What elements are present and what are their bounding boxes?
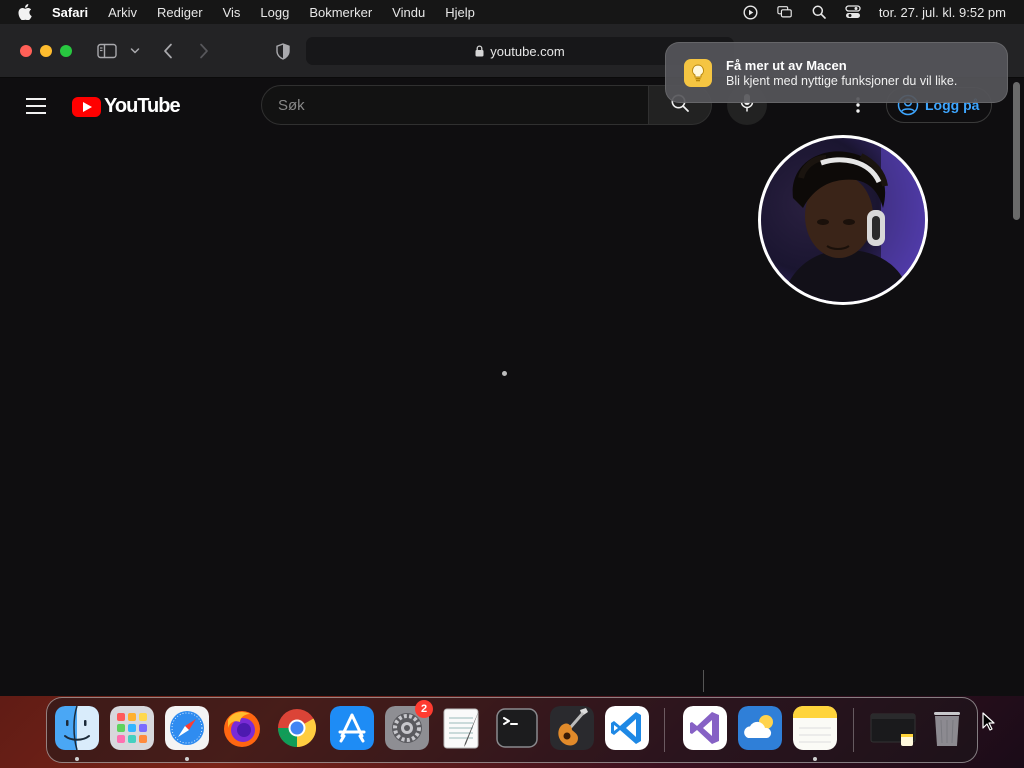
- menu-icon[interactable]: [26, 98, 46, 114]
- menu-bar: Safari Arkiv Rediger Vis Logg Bokmerker …: [0, 0, 1024, 24]
- notes-icon[interactable]: [793, 706, 837, 750]
- menubar-clock[interactable]: tor. 27. jul. kl. 9:52 pm: [879, 5, 1006, 20]
- running-indicator: [813, 757, 817, 761]
- launchpad-icon[interactable]: [110, 706, 154, 750]
- window-zoom-button[interactable]: [60, 45, 72, 57]
- notification-banner[interactable]: Få mer ut av Macen Bli kjent med nyttige…: [665, 42, 1008, 103]
- loading-spinner: [502, 371, 507, 376]
- garageband-icon[interactable]: [550, 706, 594, 750]
- window-close-button[interactable]: [20, 45, 32, 57]
- search-input[interactable]: Søk: [261, 85, 649, 125]
- running-indicator: [75, 757, 79, 761]
- page-scrollbar[interactable]: [1010, 78, 1024, 696]
- menu-logg[interactable]: Logg: [260, 5, 289, 20]
- textedit-icon[interactable]: [440, 706, 484, 750]
- mouse-pointer-icon: [982, 712, 996, 737]
- menu-arkiv[interactable]: Arkiv: [108, 5, 137, 20]
- youtube-logo-text: YouTube: [104, 95, 181, 117]
- trash-icon[interactable]: [925, 706, 969, 750]
- terminal-icon[interactable]: [495, 706, 539, 750]
- minimized-window-icon[interactable]: [869, 706, 917, 750]
- safari-icon[interactable]: [165, 706, 209, 750]
- safari-window: youtube.com YouTube Søk Logg på: [0, 24, 1024, 696]
- dock: 2: [46, 697, 978, 763]
- running-indicator: [185, 757, 189, 761]
- screen-record-icon[interactable]: [743, 4, 759, 20]
- menu-rediger[interactable]: Rediger: [157, 5, 203, 20]
- notification-body: Bli kjent med nyttige funksjoner du vil …: [726, 73, 958, 88]
- control-center-icon[interactable]: [845, 4, 861, 20]
- dock-separator: [853, 708, 854, 752]
- forward-icon[interactable]: [197, 42, 211, 60]
- spotlight-icon[interactable]: [811, 4, 827, 20]
- window-switch-icon[interactable]: [777, 4, 793, 20]
- visual-studio-icon[interactable]: [683, 706, 727, 750]
- menu-app-name[interactable]: Safari: [52, 5, 88, 20]
- notification-badge: 2: [415, 700, 433, 718]
- notification-title: Få mer ut av Macen: [726, 57, 847, 73]
- youtube-play-icon: [72, 96, 101, 117]
- firefox-icon[interactable]: [220, 706, 264, 750]
- privacy-shield-icon[interactable]: [275, 42, 291, 60]
- apple-menu-icon[interactable]: [18, 3, 36, 21]
- scrollbar-thumb[interactable]: [1013, 82, 1020, 220]
- tips-app-icon: [684, 58, 712, 87]
- menu-vindu[interactable]: Vindu: [392, 5, 425, 20]
- sidebar-toggle-icon[interactable]: [97, 43, 117, 59]
- youtube-logo[interactable]: YouTube: [72, 95, 181, 118]
- finder-icon[interactable]: [55, 706, 99, 750]
- menu-bokmerker[interactable]: Bokmerker: [309, 5, 372, 20]
- chevron-down-icon[interactable]: [130, 46, 140, 56]
- chrome-icon[interactable]: [275, 706, 319, 750]
- webcam-person-image: [781, 138, 925, 302]
- vscode-icon[interactable]: [605, 706, 649, 750]
- window-minimize-button[interactable]: [40, 45, 52, 57]
- menu-vis[interactable]: Vis: [223, 5, 241, 20]
- text-cursor: [703, 670, 704, 692]
- search-placeholder: Søk: [278, 96, 305, 114]
- app-store-icon[interactable]: [330, 706, 374, 750]
- address-text: youtube.com: [490, 43, 565, 59]
- weather-icon[interactable]: [738, 706, 782, 750]
- back-icon[interactable]: [161, 42, 175, 60]
- dock-separator: [664, 708, 665, 752]
- menu-hjelp[interactable]: Hjelp: [445, 5, 475, 20]
- lock-icon: [475, 45, 484, 57]
- webcam-overlay[interactable]: [758, 135, 928, 305]
